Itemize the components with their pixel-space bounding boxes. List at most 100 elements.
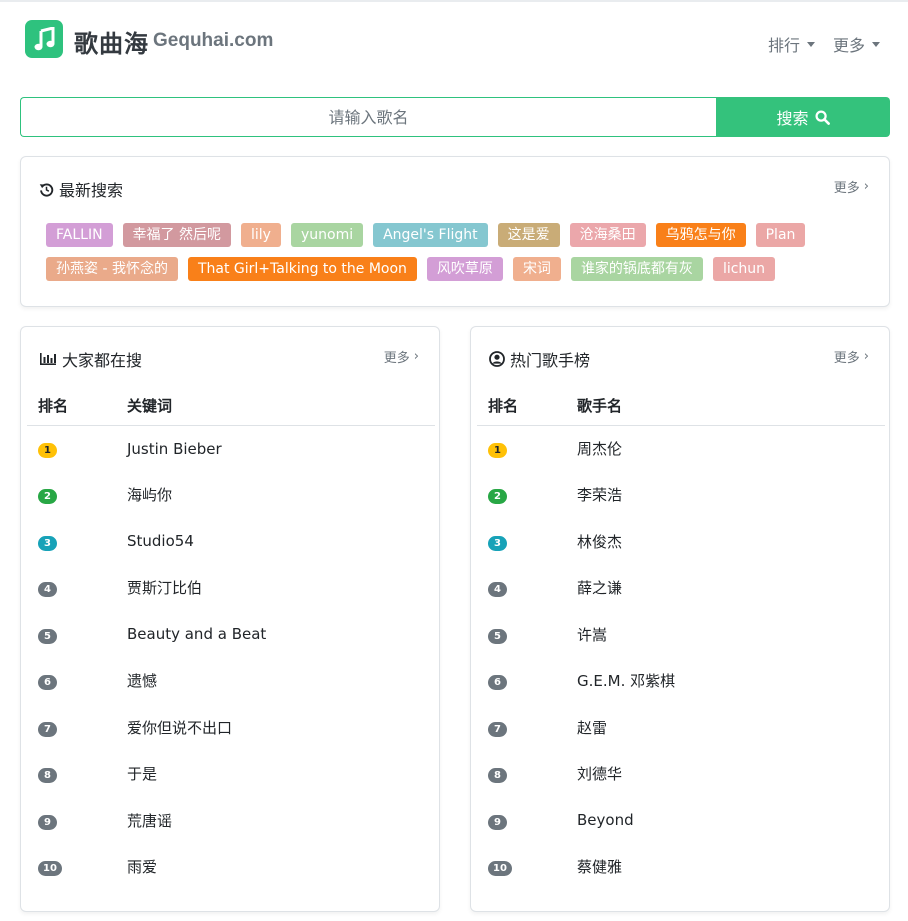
search-button[interactable]: 搜索	[716, 97, 890, 137]
keyword-link[interactable]: 荒唐谣	[127, 797, 435, 844]
table-row[interactable]: 1 周杰伦	[477, 425, 885, 472]
table-row[interactable]: 5 Beauty and a Beat	[27, 611, 435, 658]
singer-link[interactable]: 赵雷	[577, 704, 885, 751]
tag-row: FALLIN 幸福了 然后呢 lily yunomi Angel's Flight 这是爱…	[46, 223, 886, 247]
search-tag[interactable]: Angel's Flight	[373, 223, 488, 247]
rank-badge: 9	[38, 814, 57, 830]
rank-cell: 1	[477, 425, 577, 472]
rank-cell: 7	[477, 704, 577, 751]
rank-cell: 9	[27, 797, 127, 844]
rank-cell: 8	[477, 751, 577, 798]
table-row[interactable]: 9 荒唐谣	[27, 797, 435, 844]
table-row[interactable]: 7 爱你但说不出口	[27, 704, 435, 751]
table-row[interactable]: 6 遗憾	[27, 658, 435, 705]
recent-searches-card: 最新搜索 更多 › FALLIN 幸福了 然后呢 lily yunomi Angel's…	[20, 156, 890, 307]
chevron-right-icon: ›	[413, 349, 419, 364]
table-row[interactable]: 10 雨爱	[27, 844, 435, 891]
search-tag[interactable]: 乌鸦怎与你	[655, 223, 746, 247]
table-row[interactable]: 3 Studio54	[27, 518, 435, 565]
keyword-link[interactable]: 遗憾	[127, 658, 435, 705]
rank-cell: 3	[477, 518, 577, 565]
table-row[interactable]: 8 于是	[27, 751, 435, 798]
table-row[interactable]: 5 许嵩	[477, 611, 885, 658]
singer-link[interactable]: 李荣浩	[577, 472, 885, 519]
rank-cell: 1	[27, 425, 127, 472]
table-row[interactable]: 3 林俊杰	[477, 518, 885, 565]
table-row[interactable]: 9 Beyond	[477, 797, 885, 844]
search-tag[interactable]: 风吹草原	[426, 257, 503, 281]
table-header-row: 排名 歌手名	[477, 387, 885, 426]
search-tag[interactable]: 幸福了 然后呢	[122, 223, 231, 247]
bar-chart-icon	[40, 353, 56, 365]
hot-singers-card: 热门歌手榜 更多 › 排名 歌手名 1 周杰伦 2 李荣浩 3 林俊杰 4 薛之谦 5 许嵩 6 G.…	[470, 326, 890, 912]
keyword-link[interactable]: Justin Bieber	[127, 425, 435, 472]
search-tag[interactable]: FALLIN	[46, 223, 113, 247]
brand-domain[interactable]: Gequhai.com	[153, 30, 273, 52]
table-row[interactable]: 10 蔡健雅	[477, 844, 885, 891]
table-row[interactable]: 6 G.E.M. 邓紫棋	[477, 658, 885, 705]
rank-cell: 2	[27, 472, 127, 519]
keyword-link[interactable]: 海屿你	[127, 472, 435, 519]
search-tag[interactable]: lichun	[712, 257, 776, 281]
singer-link[interactable]: Beyond	[577, 797, 885, 844]
rank-cell: 5	[477, 611, 577, 658]
popular-searches-card: 大家都在搜 更多 › 排名 关键词 1 Justin Bieber 2 海屿你 3 Stu…	[20, 326, 440, 912]
column-header-rank: 排名	[477, 387, 577, 426]
search-tag[interactable]: yunomi	[290, 223, 364, 247]
table-row[interactable]: 2 海屿你	[27, 472, 435, 519]
table-header-row: 排名 关键词	[27, 387, 435, 426]
keyword-link[interactable]: 雨爱	[127, 844, 435, 891]
singer-link[interactable]: 刘德华	[577, 751, 885, 798]
search-tag[interactable]: 宋词	[512, 257, 561, 281]
brand-name[interactable]: 歌曲海	[74, 24, 149, 59]
music-note-icon[interactable]	[25, 20, 63, 58]
column-header-keyword: 关键词	[127, 387, 435, 426]
singer-link[interactable]: 许嵩	[577, 611, 885, 658]
rank-badge: 9	[488, 814, 507, 830]
keyword-link[interactable]: 于是	[127, 751, 435, 798]
keyword-link[interactable]: 爱你但说不出口	[127, 704, 435, 751]
rank-badge: 3	[488, 535, 507, 551]
keyword-link[interactable]: 贾斯汀比伯	[127, 565, 435, 612]
table-row[interactable]: 4 薛之谦	[477, 565, 885, 612]
search-tag[interactable]: 孙燕姿 - 我怀念的	[46, 257, 178, 281]
nav-more-dropdown[interactable]: 更多	[833, 32, 881, 56]
rank-badge: 6	[38, 675, 57, 691]
rank-badge: 8	[488, 768, 507, 784]
nav-ranking-dropdown[interactable]: 排行	[768, 32, 816, 56]
rank-badge: 5	[488, 628, 507, 644]
singer-link[interactable]: 周杰伦	[577, 425, 885, 472]
singer-link[interactable]: G.E.M. 邓紫棋	[577, 658, 885, 705]
rank-badge: 7	[38, 721, 57, 737]
search-tag[interactable]: 这是爱	[497, 223, 560, 247]
search-tag[interactable]: lily	[241, 223, 281, 247]
search-tag[interactable]: 谁家的锅底都有灰	[570, 257, 703, 281]
table-row[interactable]: 1 Justin Bieber	[27, 425, 435, 472]
recent-more-label: 更多	[833, 181, 860, 196]
singers-more-link[interactable]: 更多 ›	[834, 347, 869, 366]
keyword-link[interactable]: Studio54	[127, 518, 435, 565]
table-row[interactable]: 4 贾斯汀比伯	[27, 565, 435, 612]
search-tag[interactable]: 沧海桑田	[569, 223, 646, 247]
search-input[interactable]	[20, 97, 716, 137]
keyword-link[interactable]: Beauty and a Beat	[127, 611, 435, 658]
rank-badge: 2	[38, 489, 57, 505]
rank-badge: 3	[38, 535, 57, 551]
rank-badge: 5	[38, 628, 57, 644]
table-row[interactable]: 8 刘德华	[477, 751, 885, 798]
nav-ranking-label: 排行	[768, 36, 801, 55]
search-bar: 搜索	[20, 97, 890, 137]
singer-link[interactable]: 薛之谦	[577, 565, 885, 612]
table-row[interactable]: 2 李荣浩	[477, 472, 885, 519]
table-row[interactable]: 7 赵雷	[477, 704, 885, 751]
rank-cell: 7	[27, 704, 127, 751]
rank-cell: 10	[477, 844, 577, 891]
recent-more-link[interactable]: 更多 ›	[834, 177, 869, 196]
singer-link[interactable]: 林俊杰	[577, 518, 885, 565]
search-tag[interactable]: Plan	[755, 223, 806, 247]
singer-link[interactable]: 蔡健雅	[577, 844, 885, 891]
rank-cell: 6	[477, 658, 577, 705]
popular-more-label: 更多	[383, 351, 410, 366]
popular-more-link[interactable]: 更多 ›	[384, 347, 419, 366]
search-tag[interactable]: That Girl+Talking to the Moon	[187, 257, 417, 281]
